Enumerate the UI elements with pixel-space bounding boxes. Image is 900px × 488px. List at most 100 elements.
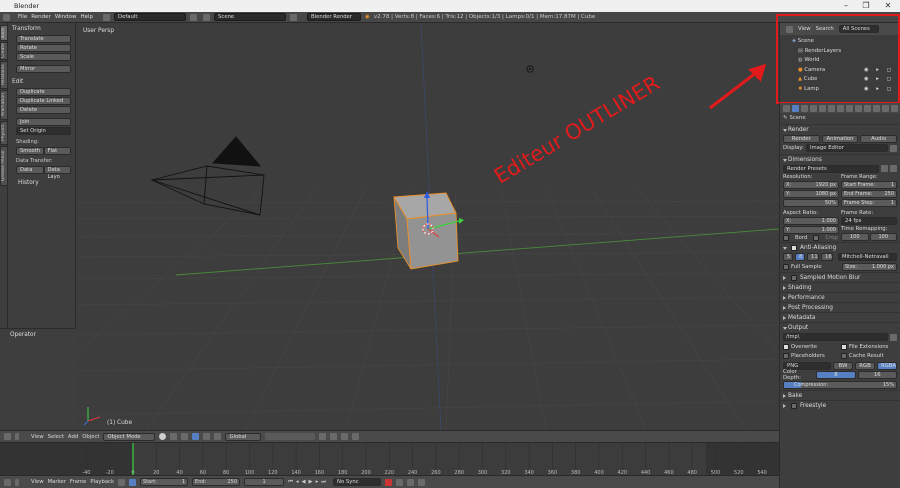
resolution-y-field[interactable]: Y: 1080 px (783, 190, 839, 198)
aa-size-field[interactable]: Size: 1.000 px (842, 262, 897, 271)
minimize-icon[interactable]: – (838, 0, 854, 12)
end-frame-field[interactable]: End Frame: 250 (841, 190, 897, 198)
delete-key-icon[interactable] (418, 478, 426, 486)
aspect-x-field[interactable]: X: 1.000 (783, 217, 839, 225)
viewport-canvas[interactable] (76, 23, 779, 430)
anti-aliasing-checkbox[interactable] (791, 245, 797, 251)
menu-object[interactable]: Object (82, 434, 99, 440)
render-engine-select[interactable]: Blender Render (307, 13, 362, 21)
depth-16-button[interactable]: 16 (857, 371, 897, 380)
mirror-button[interactable]: Mirror (16, 65, 71, 73)
constraints-tab-icon[interactable] (837, 104, 844, 112)
world-tab-icon[interactable] (819, 104, 826, 112)
layout-icon[interactable] (103, 13, 111, 21)
pin-icon[interactable]: ✎ (783, 115, 787, 121)
scale-button[interactable]: Scale (16, 53, 71, 61)
join-button[interactable]: Join (16, 118, 71, 126)
add-preset-icon[interactable] (881, 165, 888, 173)
resolution-x-field[interactable]: X: 1920 px (783, 181, 839, 189)
placeholders-checkbox[interactable] (783, 353, 789, 360)
start-frame-field[interactable]: Start Frame: 1 (841, 181, 897, 189)
menu-add[interactable]: Add (68, 434, 78, 440)
history-header[interactable]: History (8, 177, 75, 188)
compression-slider[interactable]: Compression: 15% (783, 380, 897, 389)
close-icon[interactable]: ✕ (880, 0, 896, 12)
rotate-button[interactable]: Rotate (16, 44, 71, 52)
aa-samples-8[interactable]: 8 (795, 253, 805, 262)
snap-icon[interactable] (330, 433, 338, 440)
scene-close-icon[interactable] (290, 13, 298, 21)
remap-new-field[interactable]: 100 (869, 233, 897, 241)
metadata-panel-header[interactable]: Metadata (780, 312, 900, 322)
file-extensions-checkbox[interactable] (841, 343, 847, 350)
aa-samples-11[interactable]: 11 (807, 253, 819, 262)
aa-filter-select[interactable]: Mitchell-Netravali (838, 253, 897, 262)
duplicate-button[interactable]: Duplicate (16, 88, 71, 96)
end-frame-field[interactable]: End: 250 (192, 478, 241, 486)
manipulator-toggle-icon[interactable] (181, 433, 189, 440)
timeline-canvas[interactable]: -40-200204060801001201401601802002202402… (0, 443, 779, 476)
rotate-manipulator-icon[interactable] (203, 433, 211, 440)
flat-button[interactable]: Flat (43, 147, 71, 155)
data-layout-button[interactable]: Data Layo (43, 166, 71, 180)
tab-grease-pencil[interactable]: Grease Pencil (0, 146, 8, 186)
lamp-object[interactable] (526, 65, 534, 73)
menu-select[interactable]: Select (48, 434, 64, 440)
data-button[interactable]: Data (16, 166, 44, 174)
physics-tab-icon[interactable] (891, 104, 898, 112)
3d-viewport[interactable]: User Persp (1) Cube Editeur OUTLINER (76, 23, 779, 430)
overwrite-checkbox[interactable] (783, 343, 789, 350)
remove-preset-icon[interactable] (890, 165, 897, 173)
display-select[interactable]: Image Editor (805, 144, 888, 153)
translate-manipulator-icon[interactable] (192, 433, 200, 440)
resolution-percent-field[interactable]: 50% (783, 199, 839, 207)
frame-rate-select[interactable]: 24 fps (841, 217, 897, 225)
sync-select[interactable]: No Sync (333, 478, 382, 486)
data-tab-icon[interactable] (855, 104, 862, 112)
tab-relations[interactable]: Relations (0, 61, 8, 89)
transform-header[interactable]: Transform (8, 23, 75, 34)
scene-tab-icon[interactable] (810, 104, 817, 112)
modifiers-tab-icon[interactable] (846, 104, 853, 112)
translate-button[interactable]: Translate (16, 35, 71, 43)
timeline-editor[interactable]: -40-200204060801001201401601802002202402… (0, 442, 779, 476)
operator-header[interactable]: Operator (0, 329, 76, 340)
cube-object[interactable] (393, 191, 464, 270)
insert-key-icon[interactable] (407, 478, 415, 486)
pivot-point-icon[interactable] (170, 433, 178, 440)
animation-button[interactable]: Animation (821, 134, 859, 143)
editor-type-icon[interactable] (3, 13, 10, 21)
menu-marker[interactable]: Marker (48, 479, 66, 485)
file-browser-icon[interactable] (890, 333, 897, 341)
layout-close-icon[interactable] (190, 13, 198, 21)
proportional-edit-icon[interactable] (319, 433, 327, 440)
edit-header[interactable]: Edit (8, 76, 75, 87)
scale-manipulator-icon[interactable] (214, 433, 222, 440)
post-processing-panel-header[interactable]: Post Processing (780, 302, 900, 312)
menu-window[interactable]: Window (55, 14, 77, 20)
menu-help[interactable]: Help (81, 14, 94, 20)
tab-animation[interactable]: Animation (0, 90, 8, 120)
current-frame-field[interactable]: 1 (244, 478, 285, 486)
viewport-shading-icon[interactable] (159, 433, 167, 440)
orientation-select[interactable]: Global (225, 432, 262, 441)
menu-playback[interactable]: Playback (90, 479, 114, 485)
menu-toggle-icon[interactable] (15, 478, 19, 486)
camera-object[interactable] (150, 136, 265, 216)
keying-icon[interactable] (118, 478, 126, 486)
full-sample-checkbox[interactable] (783, 263, 789, 270)
render-layers-tab-icon[interactable] (801, 104, 808, 112)
duplicate-linked-button[interactable]: Duplicate Linked (16, 97, 71, 105)
playback-controls-icon[interactable]: ⏮◂◀▶▸⏭ (288, 479, 329, 486)
keyframe-type-icon[interactable] (396, 478, 404, 486)
lock-interface-icon[interactable] (890, 144, 897, 152)
aspect-y-field[interactable]: Y: 1.000 (783, 226, 839, 234)
motion-blur-checkbox[interactable] (791, 275, 797, 281)
editor-type-icon[interactable] (4, 433, 11, 440)
cache-result-checkbox[interactable] (841, 353, 847, 360)
audio-button[interactable]: Audio (860, 134, 898, 143)
tab-create[interactable]: Create (0, 42, 8, 60)
snap-element-icon[interactable] (341, 433, 349, 440)
aa-samples-5[interactable]: 5 (783, 253, 793, 262)
menu-view[interactable]: View (31, 434, 44, 440)
